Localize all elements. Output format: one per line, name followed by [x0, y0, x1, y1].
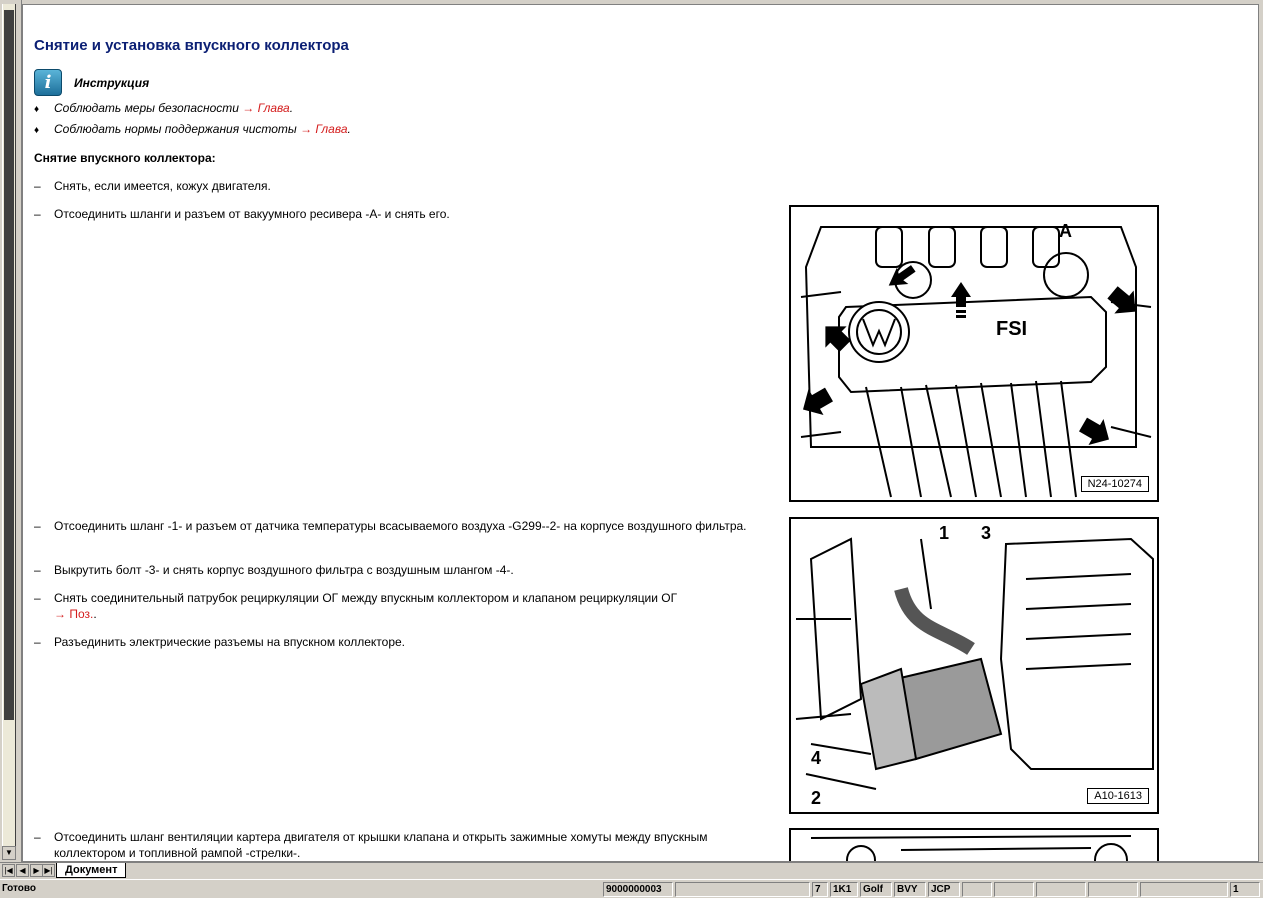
info-label: Инструкция [74, 75, 150, 90]
figure-label: A [1059, 221, 1072, 241]
step-item: – Снять соединительный патрубок рециркуля… [34, 591, 678, 621]
engine-figure-3 [789, 828, 1159, 861]
figure-label: 2 [811, 788, 821, 808]
status-cell: 7 [812, 882, 828, 897]
status-empty [962, 882, 992, 897]
vertical-scrollbar[interactable]: ▼ [0, 0, 22, 862]
status-cell: BVY [894, 882, 926, 897]
status-empty [1036, 882, 1086, 897]
figure-label: FSI [996, 318, 1027, 340]
scrollbar-thumb[interactable] [4, 10, 14, 720]
engine-figure-1: FSI A N24-10274 [789, 205, 1159, 502]
air-filter-drawing: 1 3 4 2 [795, 523, 1154, 808]
tab-document[interactable]: Документ [56, 863, 127, 878]
sheet-tab-bar: |◀ ◀ ▶ ▶| Документ [0, 862, 1263, 878]
info-row: i Инструкция [34, 69, 149, 96]
status-empty [1088, 882, 1138, 897]
page-title: Снятие и установка впускного коллектора [34, 37, 349, 54]
engine-cover-drawing: FSI A [800, 221, 1152, 498]
first-tab-icon[interactable]: |◀ [2, 864, 15, 877]
step-item: – Отсоединить шланг вентиляции картера дв… [34, 830, 708, 860]
bullet-item: ♦ Соблюдать нормы поддержания чистоты → Г… [34, 122, 351, 136]
chapter-link[interactable]: → Глава [300, 122, 347, 136]
step-item: – Снять, если имеется, кожух двигателя. [34, 179, 271, 193]
status-empty [994, 882, 1034, 897]
bullet-item: ♦ Соблюдать меры безопасности → Глава. [34, 101, 294, 115]
status-empty [1140, 882, 1228, 897]
engine-figure-2: 1 3 4 2 A10-1613 [789, 517, 1159, 814]
step-item: – Разъединить электрические разъемы на вп… [34, 635, 406, 649]
scroll-down-arrow-icon[interactable]: ▼ [2, 846, 16, 860]
status-state: Готово [2, 883, 37, 894]
last-tab-icon[interactable]: ▶| [42, 864, 55, 877]
status-doc-number: 9000000003 [603, 882, 673, 897]
document-pane: Снятие и установка впускного коллектора … [22, 4, 1259, 862]
step-item: – Отсоединить шланги и разъем от вакуумно… [34, 207, 450, 221]
position-link[interactable]: → Поз. [54, 607, 93, 621]
status-cell: 1K1 [830, 882, 858, 897]
figure-id: A10-1613 [1087, 788, 1149, 804]
status-cell: Golf [860, 882, 892, 897]
status-cell: JCP [928, 882, 960, 897]
figure-label: 3 [981, 523, 991, 543]
diamond-bullet-icon: ♦ [34, 104, 40, 115]
engine-figure-3-drawing [810, 835, 1132, 861]
section-subheading: Снятие впускного коллектора: [34, 151, 216, 165]
status-bar: Готово 9000000003 7 1K1 Golf BVY JCP 1 [0, 879, 1263, 898]
status-page: 1 [1230, 882, 1260, 897]
figure-id: N24-10274 [1080, 476, 1149, 492]
figure-label: 1 [939, 523, 949, 543]
figure-label: 4 [811, 748, 821, 768]
status-empty [675, 882, 810, 897]
info-icon: i [34, 69, 62, 96]
diamond-bullet-icon: ♦ [34, 125, 40, 136]
step-item: – Выкрутить болт -3- и снять корпус возду… [34, 563, 514, 577]
step-item: – Отсоединить шланг -1- и разъем от датчи… [34, 519, 747, 533]
prev-tab-icon[interactable]: ◀ [16, 864, 29, 877]
chapter-link[interactable]: → Глава [242, 101, 289, 115]
